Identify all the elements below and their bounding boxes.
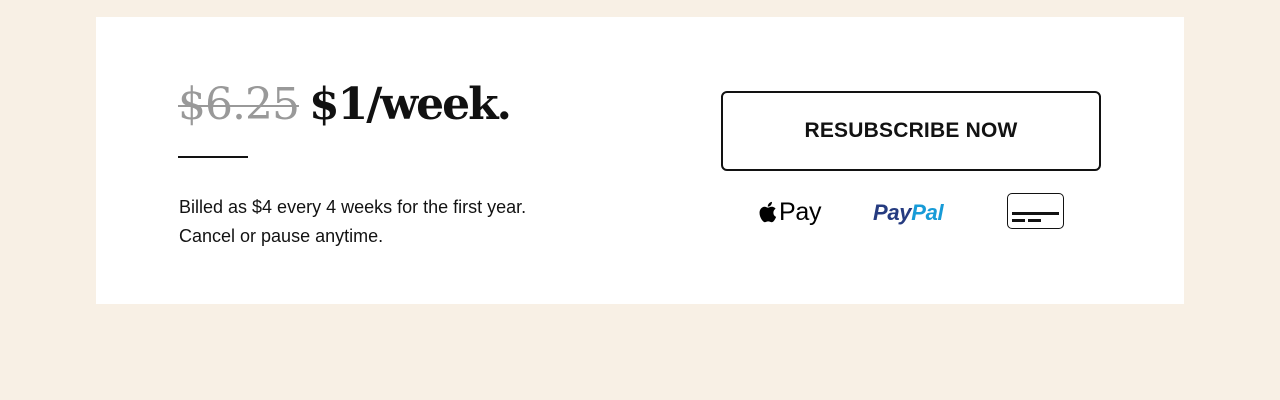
apple-pay-logo: Pay <box>757 197 821 227</box>
paypal-logo-icon: PayPal <box>873 200 944 226</box>
resubscribe-button[interactable]: RESUBSCRIBE NOW <box>721 91 1101 171</box>
card-stripe <box>1012 212 1059 215</box>
apple-pay-label: Pay <box>779 197 822 226</box>
price-divider <box>178 156 248 158</box>
credit-card-icon <box>1007 193 1064 229</box>
cancel-terms: Cancel or pause anytime. <box>179 226 384 246</box>
paypal-label-part-2: Pal <box>911 200 944 225</box>
payment-methods: Pay PayPal <box>721 193 1101 231</box>
offer-card: $6.25 $1/week. Billed as $4 every 4 week… <box>96 17 1184 304</box>
billing-terms: Billed as $4 every 4 weeks for the first… <box>179 197 527 217</box>
paypal-label-part-1: Pay <box>873 200 912 225</box>
old-price: $6.25 <box>178 79 300 130</box>
card-dash <box>1012 219 1025 222</box>
billing-details: Billed as $4 every 4 weeks for the first… <box>179 193 526 251</box>
card-dash <box>1028 219 1041 222</box>
new-price: $1/week. <box>308 79 512 130</box>
apple-logo-icon <box>759 201 777 223</box>
price-row: $6.25 $1/week. <box>178 79 512 139</box>
